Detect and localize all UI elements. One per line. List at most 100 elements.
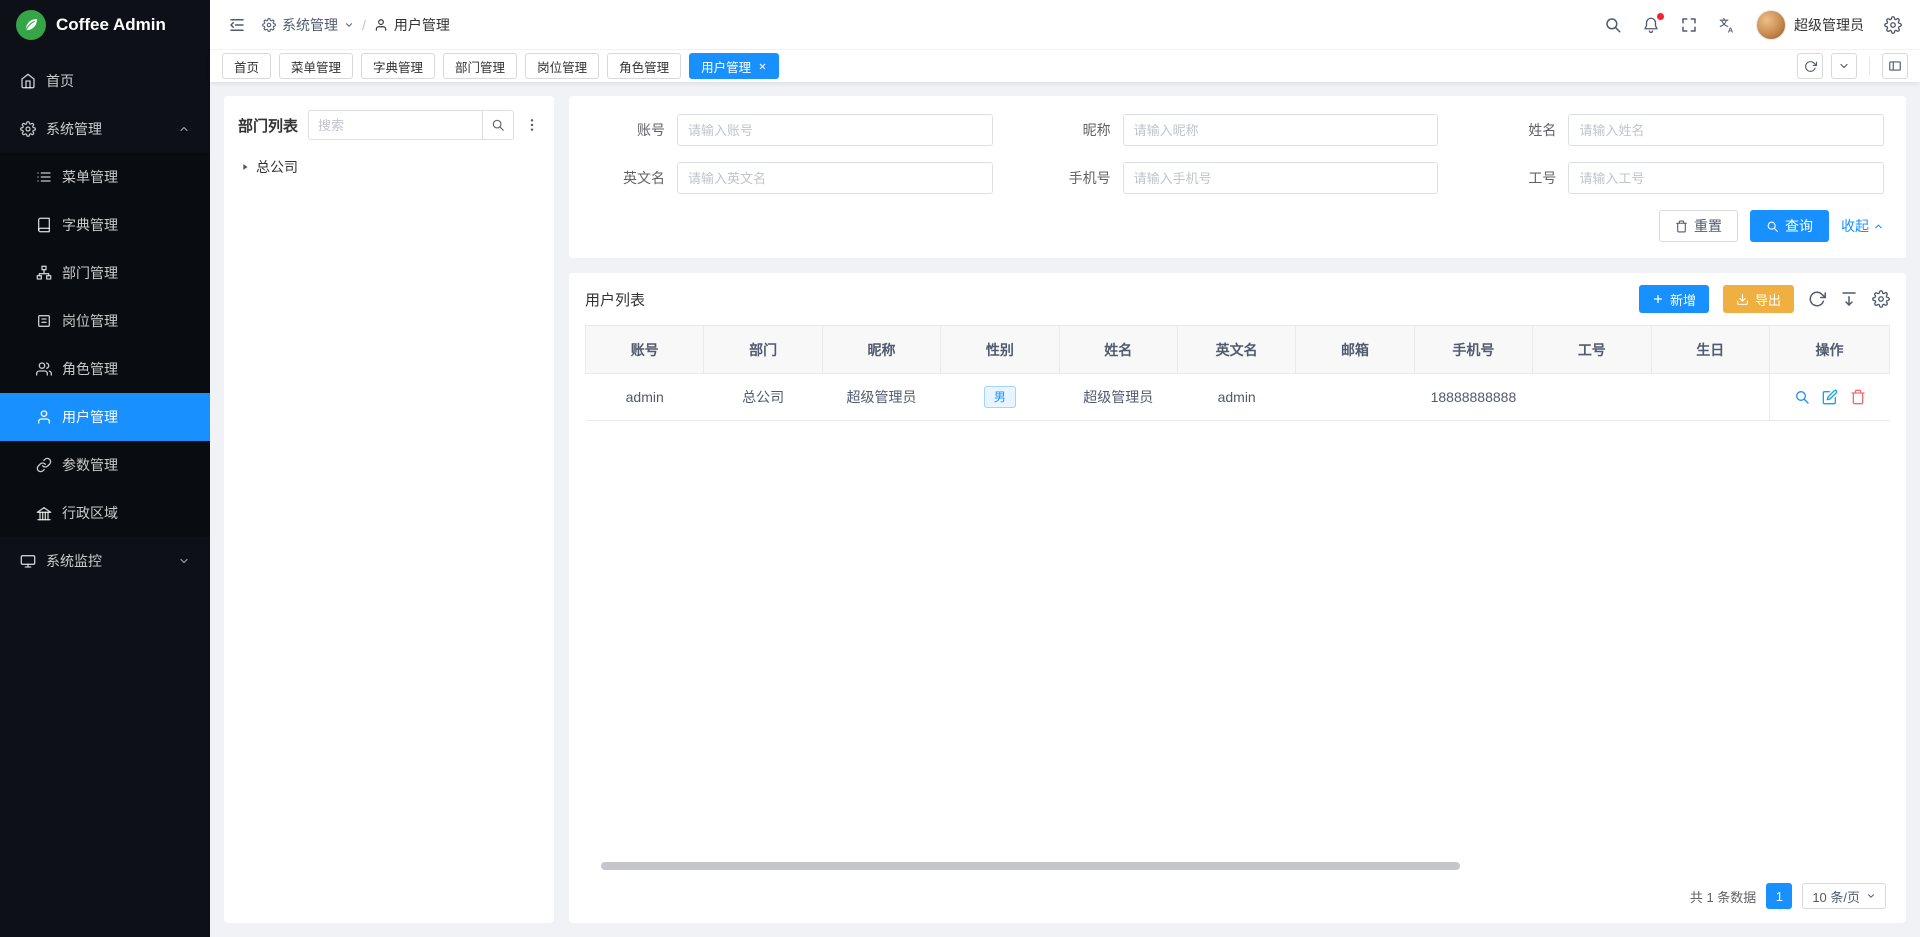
export-button[interactable]: 导出 (1723, 285, 1794, 313)
add-button-label: 新增 (1670, 290, 1696, 309)
column-header-job-number: 工号 (1533, 326, 1651, 374)
department-search-button[interactable] (482, 110, 514, 140)
account-input[interactable] (677, 114, 993, 146)
department-search-input[interactable] (308, 110, 482, 140)
field-account: 账号 (591, 114, 993, 146)
sidebar-collapse-button[interactable] (228, 16, 246, 34)
cell-phone: 18888888888 (1414, 374, 1532, 421)
breadcrumb-user-management[interactable]: 用户管理 (374, 15, 450, 35)
phone-input[interactable] (1123, 162, 1439, 194)
settings-button[interactable] (1884, 16, 1902, 34)
sidebar-item-label: 行政区域 (62, 503, 190, 523)
job-number-input[interactable] (1568, 162, 1884, 194)
pagination-page-1[interactable]: 1 (1766, 883, 1792, 909)
sidebar-item-system-management[interactable]: 系统管理 (0, 105, 210, 153)
nickname-input[interactable] (1123, 114, 1439, 146)
page-tabs-bar: 首页 菜单管理 字典管理 部门管理 岗位管理 角色管理 用户管理 (210, 49, 1920, 82)
edit-user-icon[interactable] (1822, 389, 1838, 405)
tab-options-button[interactable] (1831, 53, 1857, 79)
sidebar-item-system-monitor[interactable]: 系统监控 (0, 537, 210, 585)
sidebar-item-home[interactable]: 首页 (0, 57, 210, 105)
cell-account: admin (586, 374, 704, 421)
page-content: 部门列表 总公 (210, 82, 1920, 937)
department-more-button[interactable] (524, 117, 540, 133)
notifications-button[interactable] (1642, 16, 1660, 34)
language-switch-button[interactable] (1718, 16, 1736, 34)
sidebar-item-user-management[interactable]: 用户管理 (0, 393, 210, 441)
reset-button[interactable]: 重置 (1659, 210, 1738, 242)
search-form-actions: 重置 查询 收起 (591, 210, 1884, 242)
sidebar-item-parameter-management[interactable]: 参数管理 (0, 441, 210, 489)
sidebar-item-admin-region[interactable]: 行政区域 (0, 489, 210, 537)
user-table-card: 用户列表 新增 导出 (569, 273, 1906, 923)
department-panel: 部门列表 总公 (224, 96, 554, 923)
tab-close-icon[interactable] (758, 62, 767, 71)
table-header-row: 账号 部门 昵称 性别 姓名 英文名 邮箱 手机号 工号 生日 操作 (586, 326, 1890, 374)
column-settings-gear-icon[interactable] (1872, 290, 1890, 308)
sidebar-item-position-management[interactable]: 岗位管理 (0, 297, 210, 345)
sidebar-item-menu-management[interactable]: 菜单管理 (0, 153, 210, 201)
breadcrumb: 系统管理 / 用户管理 (262, 15, 450, 35)
sidebar-item-label: 字典管理 (62, 215, 190, 235)
app-logo[interactable]: Coffee Admin (0, 0, 210, 49)
row-density-icon[interactable] (1840, 290, 1858, 308)
tab-role-management[interactable]: 角色管理 (607, 53, 681, 79)
field-label: 姓名 (1482, 120, 1556, 140)
coffee-logo-icon (16, 10, 46, 40)
chevron-up-icon (1873, 221, 1884, 232)
tab-position-management[interactable]: 岗位管理 (525, 53, 599, 79)
column-header-nickname: 昵称 (822, 326, 940, 374)
right-column: 账号 昵称 姓名 英文名 (569, 96, 1906, 923)
tab-label: 用户管理 (701, 57, 751, 76)
tab-home[interactable]: 首页 (222, 53, 271, 79)
caret-right-icon[interactable] (240, 162, 250, 172)
search-icon (1604, 16, 1622, 34)
gear-icon (20, 121, 36, 137)
user-menu[interactable]: 超级管理员 (1756, 10, 1864, 40)
user-table: 账号 部门 昵称 性别 姓名 英文名 邮箱 手机号 工号 生日 操作 (585, 325, 1890, 421)
layout-toggle-button[interactable] (1882, 53, 1908, 79)
chevron-up-icon (178, 123, 190, 135)
collapse-form-link[interactable]: 收起 (1841, 216, 1884, 236)
plus-icon (1652, 293, 1664, 305)
department-search (308, 110, 514, 140)
column-header-phone: 手机号 (1414, 326, 1532, 374)
name-input[interactable] (1568, 114, 1884, 146)
translate-icon (1718, 16, 1736, 34)
fullscreen-button[interactable] (1680, 16, 1698, 34)
sidebar-item-role-management[interactable]: 角色管理 (0, 345, 210, 393)
tab-label: 角色管理 (619, 57, 669, 76)
department-panel-header: 部门列表 (238, 110, 540, 140)
refresh-table-icon[interactable] (1808, 290, 1826, 308)
horizontal-scrollbar-thumb[interactable] (601, 862, 1460, 870)
notification-badge-dot (1657, 13, 1664, 20)
link-icon (36, 457, 52, 473)
add-user-button[interactable]: 新增 (1639, 285, 1709, 313)
gender-tag: 男 (984, 386, 1016, 408)
gear-icon (1884, 16, 1902, 34)
tab-dictionary-management[interactable]: 字典管理 (361, 53, 435, 79)
table-row[interactable]: admin 总公司 超级管理员 男 超级管理员 admin 1888888888… (586, 374, 1890, 421)
sidebar-item-department-management[interactable]: 部门管理 (0, 249, 210, 297)
tab-user-management[interactable]: 用户管理 (689, 53, 779, 79)
cell-english-name: admin (1177, 374, 1295, 421)
tab-menu-management[interactable]: 菜单管理 (279, 53, 353, 79)
export-button-label: 导出 (1755, 290, 1781, 309)
page-size-select[interactable]: 10 条/页 (1802, 883, 1886, 909)
query-button[interactable]: 查询 (1750, 210, 1829, 242)
sidebar-item-label: 首页 (46, 71, 190, 91)
refresh-tab-button[interactable] (1797, 53, 1823, 79)
breadcrumb-system-management[interactable]: 系统管理 (262, 15, 354, 35)
delete-user-icon[interactable] (1850, 389, 1866, 405)
tree-node-head-office[interactable]: 总公司 (238, 154, 540, 180)
english-name-input[interactable] (677, 162, 993, 194)
global-search-button[interactable] (1604, 16, 1622, 34)
tab-department-management[interactable]: 部门管理 (443, 53, 517, 79)
column-header-email: 邮箱 (1296, 326, 1414, 374)
column-header-gender: 性别 (941, 326, 1059, 374)
sidebar-item-dictionary-management[interactable]: 字典管理 (0, 201, 210, 249)
view-user-icon[interactable] (1794, 389, 1810, 405)
chevron-down-icon (344, 20, 354, 30)
layout-icon (1888, 59, 1902, 73)
field-english-name: 英文名 (591, 162, 993, 194)
